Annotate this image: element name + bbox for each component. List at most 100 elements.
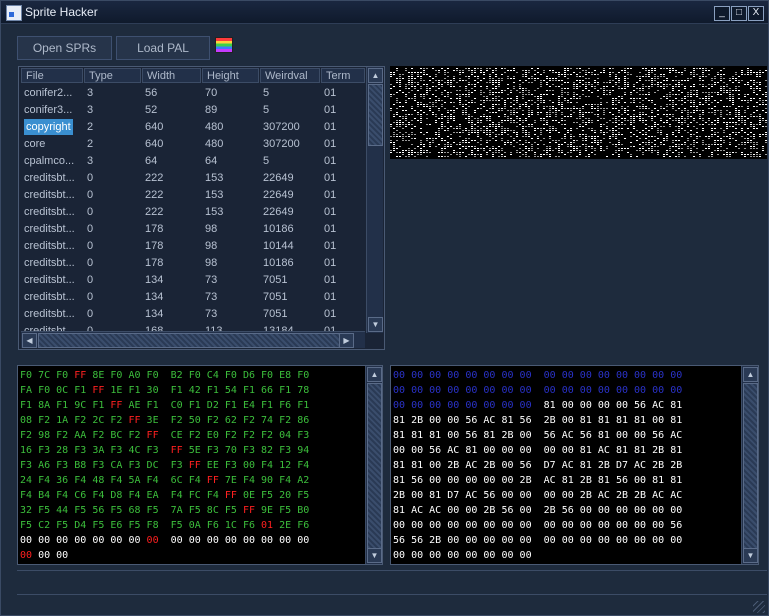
table-cell-height: 153	[205, 189, 224, 201]
table-cell-file: cpalmco...	[24, 155, 75, 167]
hex-byte: 00	[411, 550, 424, 561]
scroll-thumb[interactable]	[368, 84, 383, 146]
table-row[interactable]: creditsbt... 0 134 73 7051 01	[22, 306, 366, 323]
load-pal-button[interactable]: Load PAL	[116, 36, 210, 60]
hex-byte: 12	[279, 460, 292, 471]
hex-line: 08 F2 1A F2 2C F2 FF 3E F2 50 F2 62 F2 7…	[20, 415, 309, 426]
table-row[interactable]: conifer3... 3 52 89 5 01	[22, 102, 366, 119]
table-row[interactable]: cpalmco... 3 64 64 5 01	[22, 153, 366, 170]
hex-byte: 04	[279, 430, 292, 441]
hex-byte: 00	[634, 385, 647, 396]
scroll-right-icon[interactable]: ▶	[339, 333, 354, 348]
hex-byte: 00	[38, 550, 51, 561]
table-cell-file: creditsbt...	[24, 291, 75, 303]
hex-byte: 00	[652, 385, 665, 396]
file-list-vertical-scrollbar[interactable]: ▲ ▼	[366, 67, 383, 333]
table-cell-file: conifer3...	[24, 104, 73, 116]
column-header-term[interactable]: Term	[321, 68, 365, 83]
horizontal-scroll-thumb[interactable]	[38, 333, 340, 348]
table-row[interactable]: creditsbt... 0 222 153 22649 01	[22, 204, 366, 221]
hex-byte: BC	[110, 430, 123, 441]
scroll-up-icon[interactable]: ▲	[743, 367, 758, 382]
hex-byte: 00	[615, 370, 628, 381]
hex-byte: 00	[579, 370, 592, 381]
palette-icon	[215, 37, 233, 53]
column-header-weirdval[interactable]: Weirdval	[260, 68, 320, 83]
hex-byte: 3A	[92, 445, 105, 456]
hex-byte: 00	[501, 520, 514, 531]
hex-view-left[interactable]: F0 7C F0 FF 8E F0 A0 F0 B2 F0 C4 F0 D6 F…	[17, 365, 383, 565]
scroll-down-icon[interactable]: ▼	[367, 548, 382, 563]
column-header-file[interactable]: File	[21, 68, 83, 83]
hex-line: F1 8A F1 9C F1 FF AE F1 C0 F1 D2 F1 E4 F…	[20, 400, 309, 411]
hex-byte: F3	[56, 460, 69, 471]
table-row[interactable]: conifer2... 3 56 70 5 01	[22, 85, 366, 102]
table-cell-file: creditsbt...	[24, 206, 75, 218]
hex-byte: 00	[597, 505, 610, 516]
scroll-down-icon[interactable]: ▼	[368, 317, 383, 332]
minimize-button[interactable]: _	[714, 6, 730, 21]
hex-byte: 00	[652, 505, 665, 516]
hex-byte: D7	[447, 490, 460, 501]
scroll-up-icon[interactable]: ▲	[368, 68, 383, 83]
table-cell-term: 01	[324, 121, 337, 133]
file-list-horizontal-scrollbar[interactable]: ◀ ▶	[21, 331, 365, 348]
table-cell-height: 73	[205, 274, 218, 286]
table-row[interactable]: creditsbt... 0 222 153 22649 01	[22, 170, 366, 187]
table-row[interactable]: creditsbt... 0 178 98 10186 01	[22, 221, 366, 238]
column-header-width[interactable]: Width	[142, 68, 201, 83]
app-window-icon[interactable]	[6, 5, 22, 21]
table-row[interactable]: creditsbt... 0 178 98 10144 01	[22, 238, 366, 255]
hex-byte: 00	[615, 505, 628, 516]
close-button[interactable]: X	[748, 6, 764, 21]
hex-byte: 5A	[128, 475, 141, 486]
table-row[interactable]: copyright 2 640 480 307200 01	[22, 119, 366, 136]
hex-byte: C0	[170, 400, 183, 411]
table-cell-width: 134	[145, 308, 164, 320]
sprite-file-list[interactable]: File Type Width Height Weirdval Term conifer2…	[18, 66, 385, 350]
hex-byte: 81	[393, 430, 406, 441]
hex-byte: 00	[429, 550, 442, 561]
hex-byte: 00	[579, 400, 592, 411]
hex-left-scrollbar[interactable]: ▲ ▼	[365, 366, 382, 564]
table-row[interactable]: creditsbt... 0 178 98 10186 01	[22, 255, 366, 272]
table-cell-weirdval: 307200	[263, 138, 300, 150]
hex-byte: 00	[501, 475, 514, 486]
hex-byte: 00	[447, 505, 460, 516]
table-row[interactable]: creditsbt... 0 134 73 7051 01	[22, 289, 366, 306]
hex-byte: 66	[261, 385, 274, 396]
hex-byte: 00	[38, 535, 51, 546]
hex-byte: F5	[20, 520, 33, 531]
hex-byte: 00	[561, 535, 574, 546]
scroll-down-icon[interactable]: ▼	[743, 548, 758, 563]
hex-byte: FF	[188, 460, 201, 471]
table-row[interactable]: creditsbt... 0 134 73 7051 01	[22, 272, 366, 289]
hex-byte: F4	[188, 475, 201, 486]
column-header-height[interactable]: Height	[202, 68, 259, 83]
hex-view-right[interactable]: 00 00 00 00 00 00 00 00 00 00 00 00 00 0…	[390, 365, 759, 565]
scroll-left-icon[interactable]: ◀	[22, 333, 37, 348]
title-bar[interactable]: Sprite Hacker _ □ X	[1, 1, 768, 24]
resize-grip-icon[interactable]	[753, 601, 765, 613]
open-sprs-button[interactable]: Open SPRs	[17, 36, 112, 60]
table-row[interactable]: creditsbt... 0 222 153 22649 01	[22, 187, 366, 204]
hex-byte: 00	[615, 430, 628, 441]
hex-byte: B0	[297, 505, 310, 516]
hex-byte: AC	[634, 460, 647, 471]
scroll-thumb[interactable]	[367, 383, 382, 549]
scroll-thumb[interactable]	[743, 383, 758, 549]
scroll-up-icon[interactable]: ▲	[367, 367, 382, 382]
hex-byte: AC	[447, 445, 460, 456]
hex-byte: 00	[501, 370, 514, 381]
column-header-type[interactable]: Type	[84, 68, 141, 83]
hex-byte: 81	[561, 475, 574, 486]
hex-byte: 00	[597, 520, 610, 531]
hex-byte: 00	[92, 535, 105, 546]
hex-right-scrollbar[interactable]: ▲ ▼	[741, 366, 758, 564]
table-cell-height: 153	[205, 206, 224, 218]
maximize-button[interactable]: □	[731, 6, 747, 21]
hex-byte: F2	[56, 430, 69, 441]
table-row[interactable]: core 2 640 480 307200 01	[22, 136, 366, 153]
hex-byte: F1	[297, 400, 310, 411]
hex-byte: 00	[501, 550, 514, 561]
